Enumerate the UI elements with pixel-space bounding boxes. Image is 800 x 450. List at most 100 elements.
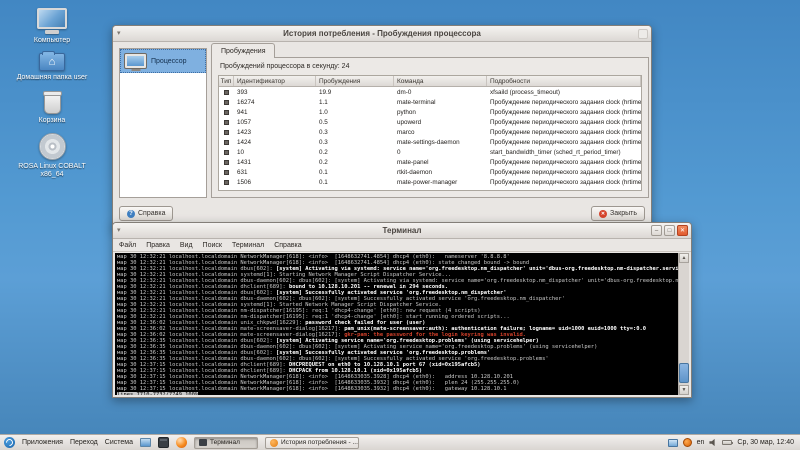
table-row[interactable]: 6310.1rtkit-daemonПробуждение периодичес…	[219, 167, 641, 177]
table-row[interactable]: 39319.9dm-0xfsaild (process_timeout)	[219, 87, 641, 97]
terminal-menubar: Файл Правка Вид Поиск Терминал Справка	[113, 239, 691, 252]
id-cell: 1431	[234, 159, 316, 166]
table-row[interactable]: 14310.2mate-panelПробуждение периодическ…	[219, 157, 641, 167]
id-cell: 393	[234, 89, 316, 96]
table-row[interactable]: 10570.5upowerdПробуждение периодического…	[219, 117, 641, 127]
id-cell: 10	[234, 149, 316, 156]
table-row[interactable]: 15060.1mate-power-managerПробуждение пер…	[219, 177, 641, 187]
firefox-launcher-icon[interactable]	[176, 437, 187, 448]
power-window-title: История потребления - Пробуждения процес…	[113, 29, 651, 38]
terminal-menu-edit[interactable]: Правка	[146, 242, 170, 249]
system-tray: en Ср, 30 мар, 12:40	[668, 438, 796, 447]
column-header-wakeups[interactable]: Пробуждения	[316, 76, 394, 86]
terminal-menu-help[interactable]: Справка	[274, 242, 301, 249]
desktop-icon-label: ROSA Linux COBALT x86_64	[13, 163, 91, 179]
type-cell	[219, 150, 234, 155]
menu-system[interactable]: Система	[105, 439, 133, 446]
table-row[interactable]: 100.20start_bandwidth_timer (sched_rt_pe…	[219, 147, 641, 157]
type-cell	[219, 90, 234, 95]
scroll-down-arrow-icon[interactable]: ▼	[679, 385, 689, 395]
power-history-window: ▾ История потребления - Пробуждения проц…	[112, 25, 652, 229]
command-cell: dm-0	[394, 89, 487, 96]
desktop-icon-trash[interactable]: Корзина	[6, 90, 98, 125]
desktop-icons: Компьютер ⌂Домашняя папка user Корзина ROSA…	[6, 8, 98, 187]
id-cell: 1424	[234, 139, 316, 146]
cd-disc-icon	[39, 133, 66, 160]
command-cell: mate-panel	[394, 159, 487, 166]
sidebar-item-processor[interactable]: Процессор	[120, 49, 206, 73]
type-cell	[219, 120, 234, 125]
help-button-label: Справка	[138, 210, 165, 217]
type-cell	[219, 130, 234, 135]
device-list: Процессор	[119, 48, 207, 198]
tab-label: Пробуждения	[221, 48, 265, 55]
keyboard-layout-indicator[interactable]: en	[697, 439, 705, 446]
table-row[interactable]: 14230.3marcoПробуждение периодического з…	[219, 127, 641, 137]
pager-status-line: lines 7710-7732/7749 100%	[117, 392, 678, 395]
window-menu-icon[interactable]: ▾	[117, 227, 121, 235]
wakeups-cell: 0.5	[316, 119, 394, 126]
process-icon	[224, 180, 229, 185]
table-row[interactable]: 9411.0pythonПробуждение периодического з…	[219, 107, 641, 117]
desktop-icon-label: Корзина	[39, 117, 66, 125]
computer-icon	[37, 8, 67, 29]
terminal-menu-file[interactable]: Файл	[119, 242, 136, 249]
menu-places[interactable]: Переход	[70, 439, 98, 446]
maximize-button[interactable]: □	[664, 225, 675, 236]
power-window-titlebar[interactable]: ▾ История потребления - Пробуждения проц…	[113, 26, 651, 42]
details-cell: Пробуждение периодического задания clock…	[487, 109, 641, 116]
terminal-menu-view[interactable]: Вид	[180, 242, 193, 249]
battery-icon[interactable]	[722, 440, 732, 445]
desktop-icon-cd-disc[interactable]: ROSA Linux COBALT x86_64	[6, 133, 98, 179]
taskbar-window-button-terminal[interactable]: Терминал	[194, 437, 258, 449]
terminal-menu-terminal[interactable]: Терминал	[232, 242, 264, 249]
terminal-titlebar[interactable]: ▾ Терминал – □ ✕	[113, 223, 691, 239]
power-manager-tray-icon[interactable]	[683, 438, 692, 447]
sidebar-item-label: Процессор	[151, 58, 187, 65]
menu-applications[interactable]: Приложения	[22, 439, 63, 446]
volume-icon[interactable]	[709, 439, 717, 447]
column-header-details[interactable]: Подробности	[487, 76, 641, 86]
scroll-up-arrow-icon[interactable]: ▲	[679, 253, 689, 263]
command-cell: marco	[394, 129, 487, 136]
close-button[interactable]: ✕	[677, 225, 688, 236]
terminal-screen[interactable]: мар 30 12:32:21 localhost.localdomain Ne…	[115, 253, 678, 395]
type-cell	[219, 160, 234, 165]
terminal-launcher-icon[interactable]	[158, 437, 169, 448]
column-header-type[interactable]: Тип	[219, 76, 234, 86]
clock[interactable]: Ср, 30 мар, 12:40	[737, 439, 794, 446]
details-cell: Пробуждение периодического задания clock…	[487, 99, 641, 106]
window-menu-icon[interactable]: ▾	[117, 30, 121, 38]
type-cell	[219, 170, 234, 175]
command-cell: mate-power-manager	[394, 179, 487, 186]
close-icon: ✕	[599, 210, 607, 218]
display-tray-icon[interactable]	[668, 439, 678, 447]
wakeups-cell: 0.1	[316, 169, 394, 176]
table-row[interactable]: 162741.1mate-terminalПробуждение периоди…	[219, 97, 641, 107]
details-cell: Пробуждение периодического задания clock…	[487, 129, 641, 136]
id-cell: 1423	[234, 129, 316, 136]
id-cell: 16274	[234, 99, 316, 106]
process-icon	[224, 110, 229, 115]
details-cell: Пробуждение периодического задания clock…	[487, 179, 641, 186]
scrollbar-thumb[interactable]	[679, 363, 689, 383]
help-button[interactable]: ? Справка	[119, 206, 173, 221]
taskbar-window-label: История потребления - ...	[281, 439, 358, 446]
minimize-button[interactable]: –	[651, 225, 662, 236]
column-header-id[interactable]: Идентификатор	[234, 76, 316, 86]
process-icon	[224, 130, 229, 135]
close-button[interactable]	[638, 29, 648, 39]
terminal-scrollbar[interactable]: ▲ ▼	[678, 253, 689, 395]
rosa-menu-icon[interactable]	[4, 437, 15, 448]
desktop-icon-computer[interactable]: Компьютер	[6, 8, 98, 45]
tab-wakeups[interactable]: Пробуждения	[211, 43, 275, 58]
terminal-menu-search[interactable]: Поиск	[203, 242, 222, 249]
table-row[interactable]: 14240.3mate-settings-daemonПробуждение п…	[219, 137, 641, 147]
taskbar-window-button-power-history[interactable]: История потребления - ...	[265, 437, 359, 449]
close-window-button[interactable]: ✕ Закрыть	[591, 206, 645, 221]
taskbar: Приложения Переход Система Терминал Истор…	[0, 434, 800, 450]
file-manager-launcher-icon[interactable]	[140, 438, 151, 447]
process-icon	[224, 170, 229, 175]
desktop-icon-home-folder[interactable]: ⌂Домашняя папка user	[6, 53, 98, 82]
column-header-command[interactable]: Команда	[394, 76, 487, 86]
